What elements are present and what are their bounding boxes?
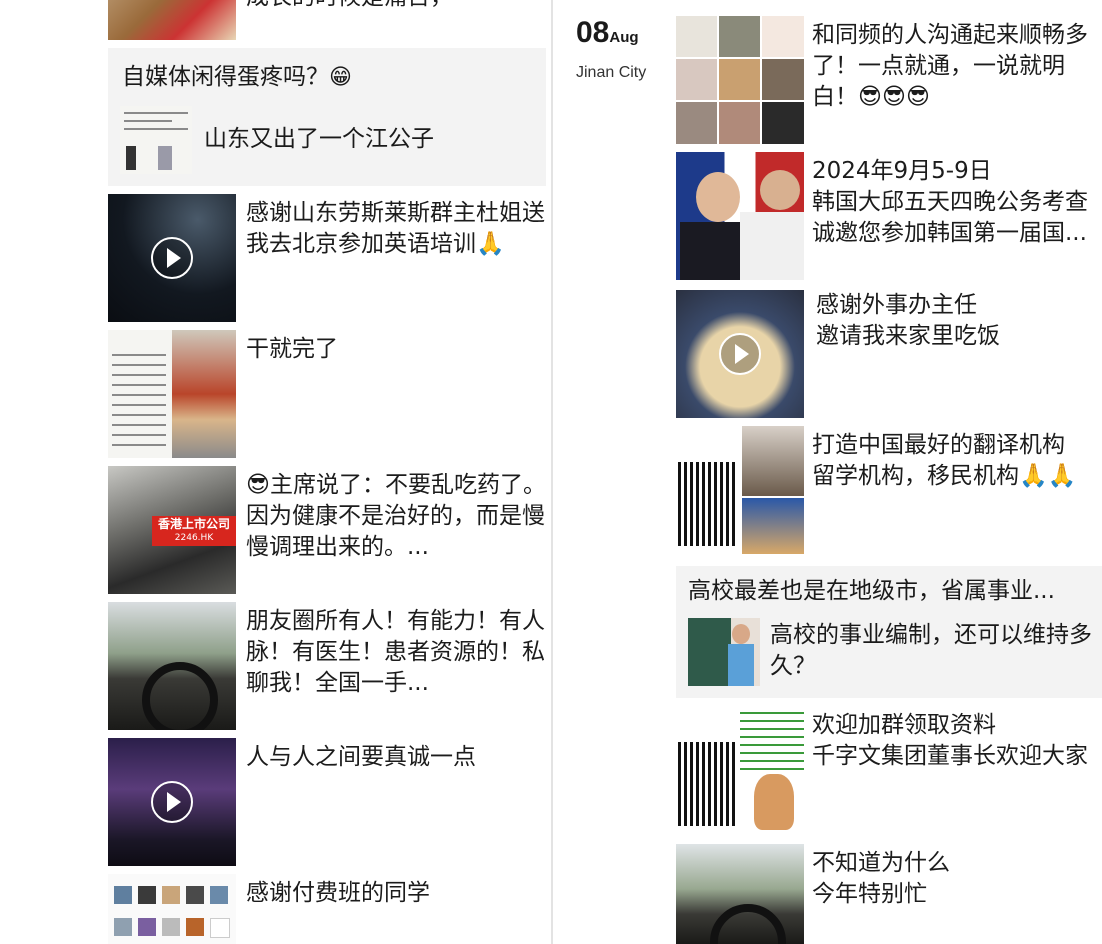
shared-article[interactable]: 高校最差也是在地级市，省属事业... 高校的事业编制，还可以维持多久？ [676, 566, 1102, 698]
moment-post[interactable]: 和同频的人沟通起来顺畅多了！一点就通，一说就明白！😎😎😎 [676, 16, 1102, 146]
play-icon[interactable] [151, 237, 193, 279]
sticker-title: 香港上市公司 [157, 517, 230, 531]
post-text: 感谢付费班的同学 [246, 880, 430, 906]
shared-article[interactable]: 自媒体闲得蛋疼吗？😁 山东又出了一个江公子 [108, 48, 546, 186]
photo-grid-thumbnail[interactable] [676, 426, 804, 554]
post-date: 08Aug [576, 16, 639, 50]
post-text: 欢迎加群领取资料 千字文集团董事长欢迎大家 [812, 712, 1088, 769]
play-icon[interactable] [151, 781, 193, 823]
company-sticker: 香港上市公司 2246.HK [152, 516, 236, 546]
post-text: 打造中国最好的翻译机构 留学机构，移民机构🙏🙏 [812, 432, 1077, 489]
moment-post[interactable]: 香港上市公司 2246.HK 😎主席说了：不要乱吃药了。因为健康不是治好的，而是… [108, 466, 548, 596]
moment-post[interactable]: 感谢外事办主任 邀请我来家里吃饭 [676, 290, 1102, 420]
moment-post[interactable]: 干就完了 [108, 330, 548, 460]
post-text: 干就完了 [246, 336, 338, 362]
shared-article-link-text: 山东又出了一个江公子 [204, 126, 434, 152]
post-text: 😎主席说了：不要乱吃药了。因为健康不是治好的，而是慢慢调理出来的。... [246, 472, 546, 560]
sticker-sub: 2246.HK [174, 533, 214, 543]
shared-article-title: 自媒体闲得蛋疼吗？😁 [122, 62, 352, 93]
moment-post[interactable]: 2024年9月5-9日 韩国大邱五天四晚公务考查 诚邀您参加韩国第一届国... [676, 152, 1102, 282]
video-thumbnail[interactable] [108, 194, 236, 322]
play-icon[interactable] [719, 333, 761, 375]
post-location: Jinan City [576, 64, 647, 81]
photo-grid-thumbnail[interactable] [676, 16, 804, 144]
post-text: 成长的时候是痛苦， [246, 0, 546, 13]
post-text: 和同频的人沟通起来顺畅多了！一点就通，一说就明白！😎😎😎 [812, 22, 1088, 110]
post-text: 朋友圈所有人！有能力！有人脉！有医生！患者资源的！私聊我！全国一手... [246, 608, 545, 696]
date-month: Aug [609, 29, 639, 46]
car-photo-thumbnail[interactable]: 香港上市公司 2246.HK [108, 466, 236, 594]
moment-post[interactable]: 感谢付费班的同学 [108, 874, 548, 944]
moment-post[interactable]: 不知道为什么 今年特别忙 [676, 844, 1102, 944]
moment-post[interactable]: 成长的时候是痛苦， [108, 0, 548, 40]
article-thumbnail [120, 106, 192, 174]
moment-post[interactable]: 感谢山东劳斯莱斯群主杜姐送我去北京参加英语培训🙏 [108, 194, 548, 324]
shared-article-link-text: 高校的事业编制，还可以维持多久？ [770, 622, 1092, 679]
post-text: 感谢外事办主任 邀请我来家里吃饭 [816, 292, 1000, 349]
shared-article-title: 高校最差也是在地级市，省属事业... [688, 578, 1055, 604]
news-photo-thumbnail[interactable] [676, 152, 804, 280]
date-day: 08 [576, 16, 610, 49]
driving-photo-thumbnail[interactable] [676, 844, 804, 944]
moment-post[interactable]: 打造中国最好的翻译机构 留学机构，移民机构🙏🙏 [676, 426, 1102, 556]
moment-post[interactable]: 欢迎加群领取资料 千字文集团董事长欢迎大家 [676, 706, 1102, 836]
grin-emoji-icon: 😁 [329, 65, 352, 90]
post-text: 人与人之间要真诚一点 [246, 744, 476, 770]
moment-post[interactable]: 朋友圈所有人！有能力！有人脉！有医生！患者资源的！私聊我！全国一手... [108, 602, 548, 732]
post-thumbnail[interactable] [108, 0, 236, 40]
photo-grid-thumbnail[interactable] [676, 706, 804, 834]
moment-post[interactable]: 人与人之间要真诚一点 [108, 738, 548, 868]
column-divider [551, 0, 553, 944]
video-thumbnail[interactable] [108, 738, 236, 866]
driving-photo-thumbnail[interactable] [108, 602, 236, 730]
group-members-thumbnail[interactable] [108, 874, 236, 944]
shared-article-title-text: 自媒体闲得蛋疼吗？ [122, 64, 329, 90]
post-text: 感谢山东劳斯莱斯群主杜姐送我去北京参加英语培训🙏 [246, 200, 545, 257]
post-text: 不知道为什么 今年特别忙 [812, 850, 950, 907]
photo-grid-thumbnail[interactable] [108, 330, 236, 458]
article-thumbnail [688, 618, 760, 686]
post-text: 2024年9月5-9日 韩国大邱五天四晚公务考查 诚邀您参加韩国第一届国... [812, 158, 1088, 246]
video-thumbnail[interactable] [676, 290, 804, 418]
